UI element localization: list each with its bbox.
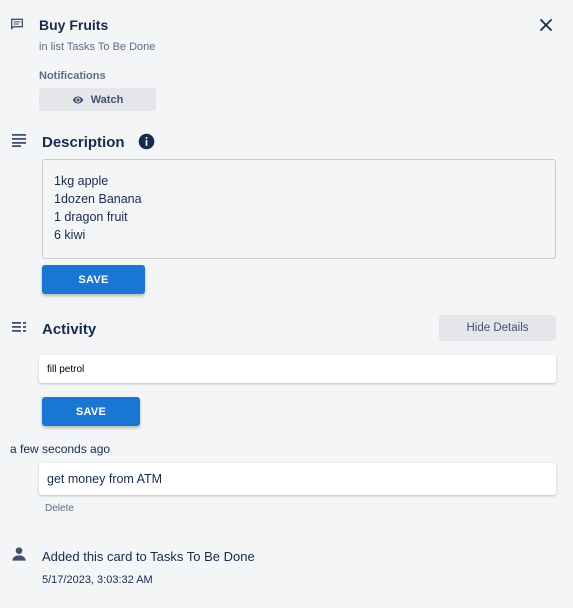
comment-delete-link[interactable]: Delete [45, 503, 74, 514]
hide-details-button[interactable]: Hide Details [439, 315, 556, 341]
comment-input[interactable]: fill petrol [39, 355, 556, 383]
comment-card[interactable]: get money from ATM [39, 463, 556, 495]
description-icon [11, 133, 27, 152]
description-line: 1kg apple [54, 174, 109, 188]
close-icon[interactable] [536, 15, 556, 35]
card-title: Buy Fruits [39, 17, 109, 33]
description-line: 1dozen Banana [54, 192, 142, 206]
card-list-text: in list Tasks To Be Done [39, 41, 156, 53]
activity-title: Activity [42, 321, 97, 338]
comment-timestamp: a few seconds ago [10, 442, 111, 456]
person-icon [11, 546, 27, 567]
card-icon [9, 16, 25, 37]
notifications-label: Notifications [39, 70, 106, 82]
eye-icon [72, 96, 83, 103]
watch-label: Watch [90, 93, 124, 106]
comment-text: get money from ATM [47, 472, 163, 486]
description-line: 1 dragon fruit [54, 210, 128, 224]
description-line: 6 kiwi [54, 228, 86, 242]
description-textarea[interactable]: 1kg apple 1dozen Banana 1 dragon fruit 6… [42, 159, 556, 259]
description-save-button[interactable]: SAVE [42, 265, 145, 294]
comment-input-value: fill petrol [47, 363, 85, 375]
info-icon[interactable] [138, 133, 155, 155]
activity-event-timestamp: 5/17/2023, 3:03:32 AM [42, 574, 153, 586]
description-title: Description [42, 134, 125, 151]
activity-event-text: Added this card to Tasks To Be Done [42, 549, 255, 564]
watch-button[interactable]: Watch [39, 88, 156, 111]
activity-icon [11, 320, 27, 339]
comment-save-button[interactable]: SAVE [42, 397, 140, 426]
